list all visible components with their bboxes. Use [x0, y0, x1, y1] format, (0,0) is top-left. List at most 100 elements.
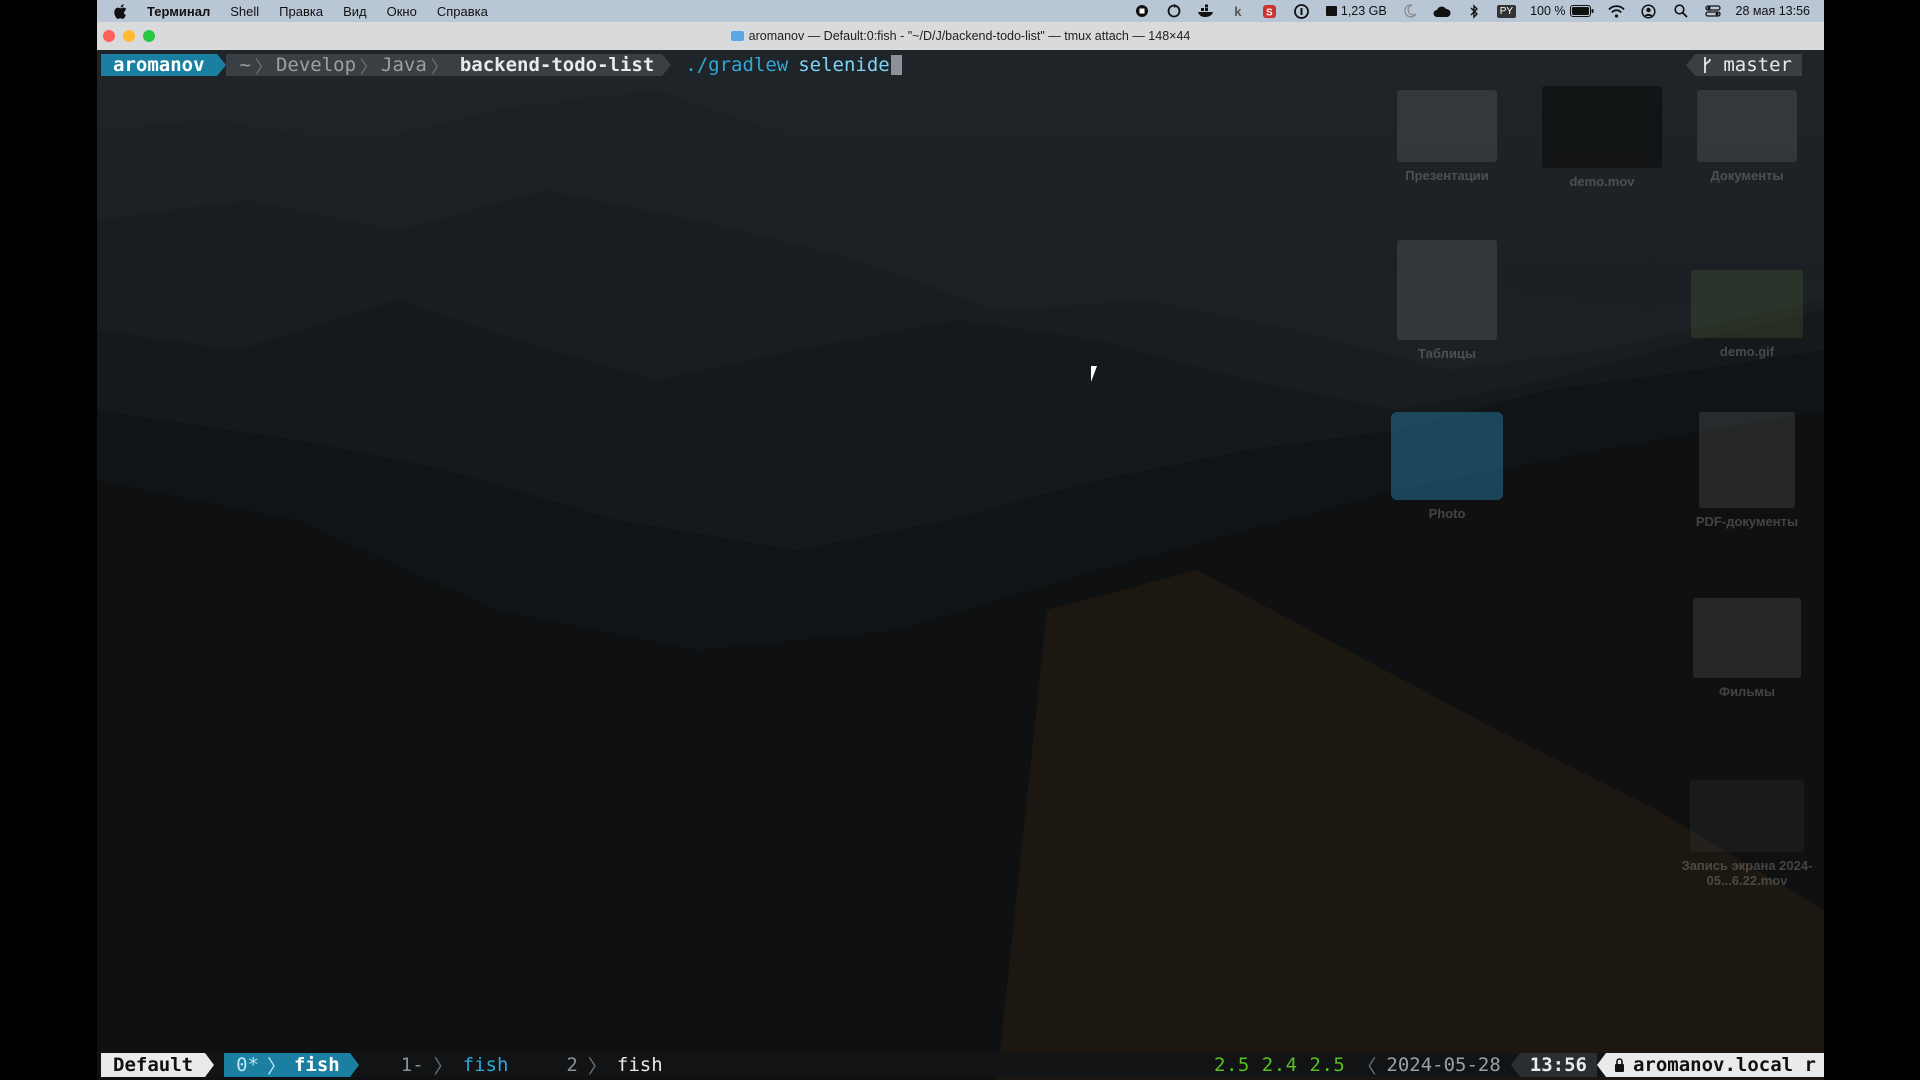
status-separator: [349, 1053, 359, 1077]
record-stop-icon[interactable]: [1133, 3, 1151, 19]
chip-icon: [1325, 6, 1337, 16]
status-separator: [205, 1053, 215, 1077]
memory-usage[interactable]: 1,23 GB: [1325, 4, 1387, 18]
chevron-left-icon: 〈: [1357, 1055, 1377, 1078]
chevron-right-icon: 〉: [587, 1055, 607, 1078]
chevron-right-icon: 〉: [254, 57, 272, 78]
moon-icon[interactable]: [1401, 3, 1419, 19]
status-host: aromanov.local r: [1605, 1053, 1824, 1077]
prompt-user: aromanov: [101, 54, 217, 76]
sync-icon[interactable]: [1165, 3, 1183, 19]
desktop-icon-label: demo.gif: [1719, 344, 1775, 359]
desktop-icon-label: Презентации: [1405, 168, 1489, 183]
command-argument: selenide: [798, 54, 890, 76]
desktop-icon-screen-recording[interactable]: Запись экрана 2024-05...6.22.mov: [1672, 780, 1822, 888]
desktop-icon-demo-mov[interactable]: demo.mov: [1537, 86, 1667, 189]
stack-thumbnail: [1693, 598, 1801, 678]
text-cursor: [890, 55, 902, 75]
folder-icon: [730, 31, 744, 41]
memory-value: 1,23 GB: [1340, 4, 1387, 18]
path-develop: Develop: [275, 54, 357, 76]
tmux-status-bar: Default 0* 〉 fish 1- 〉 fish 2 〉 fish 2.5…: [101, 1052, 1824, 1079]
docker-icon[interactable]: [1197, 3, 1215, 19]
prompt-path: ~ 〉 Develop 〉 Java 〉: [225, 54, 460, 78]
window-title: aromanov — Default:0:fish - "~/D/J/backe…: [748, 29, 1191, 43]
video-thumbnail: [1690, 780, 1804, 852]
status-time: 13:56: [1519, 1053, 1597, 1077]
desktop-icon-documents[interactable]: Документы: [1687, 90, 1807, 183]
wallpaper-mountains: [97, 90, 1824, 1080]
git-status: master: [1686, 54, 1802, 76]
menu-window[interactable]: Окно: [387, 4, 417, 19]
desktop-icon-label: PDF-документы: [1695, 514, 1799, 529]
window-controls: [103, 30, 155, 42]
desktop-icon-movies[interactable]: Фильмы: [1687, 598, 1807, 699]
terminal-content[interactable]: aromanov ~ 〉 Develop 〉 Java 〉 backend-to…: [97, 50, 1824, 1080]
tmux-window-2[interactable]: 2 〉 fish: [554, 1052, 674, 1079]
menu-view[interactable]: Вид: [343, 4, 367, 19]
tmux-window-current[interactable]: 0* 〉 fish: [224, 1053, 350, 1078]
lock-icon: [1614, 1058, 1624, 1072]
k-app-icon[interactable]: k: [1229, 3, 1247, 19]
command-text: ./gradlew: [685, 54, 789, 76]
apple-menu-icon[interactable]: [113, 3, 127, 19]
window-index: 0*: [236, 1054, 259, 1076]
status-separator: [1596, 1053, 1606, 1077]
tmux-window-1[interactable]: 1- 〉 fish: [389, 1052, 521, 1079]
tmux-status-right: 2.5 2.4 2.5 〈 2024-05-28 13:56 aromanov.…: [1214, 1053, 1824, 1078]
user-account-icon[interactable]: [1640, 3, 1658, 19]
desktop-icon-presentations[interactable]: Презентации: [1387, 90, 1507, 183]
video-thumbnail: [1542, 86, 1662, 168]
desktop-icon-label: Запись экрана 2024-05...6.22.mov: [1681, 858, 1813, 888]
desktop-icon-label: Photo: [1428, 506, 1466, 521]
desktop-icon-demo-gif[interactable]: demo.gif: [1682, 270, 1812, 359]
desktop-icon-label: demo.mov: [1569, 174, 1635, 189]
one-password-icon[interactable]: [1293, 3, 1311, 19]
window-name: fish: [293, 1054, 340, 1076]
minimize-button[interactable]: [123, 30, 135, 42]
control-center-icon[interactable]: [1704, 3, 1722, 19]
input-source-indicator[interactable]: PY: [1496, 4, 1517, 18]
prompt-separator: [216, 54, 226, 76]
menu-edit[interactable]: Правка: [279, 4, 323, 19]
git-branch-segment: master: [1695, 54, 1802, 76]
chevron-right-icon: 〉: [430, 57, 448, 78]
mouse-pointer-icon: [1091, 366, 1103, 382]
image-thumbnail: [1691, 270, 1803, 338]
battery-status[interactable]: 100 %: [1530, 4, 1594, 18]
battery-icon: [1569, 5, 1594, 17]
shell-prompt: aromanov ~ 〉 Develop 〉 Java 〉 backend-to…: [101, 54, 902, 78]
path-home: ~: [239, 54, 251, 76]
desktop-icon-spreadsheets[interactable]: Таблицы: [1387, 240, 1507, 361]
close-button[interactable]: [103, 30, 115, 42]
status-date: 2024-05-28: [1386, 1054, 1501, 1076]
spotlight-search-icon[interactable]: [1672, 3, 1690, 19]
hostname: aromanov.local r: [1632, 1054, 1816, 1076]
window-index: 2: [566, 1054, 578, 1076]
menubar-clock[interactable]: 28 мая 13:56: [1736, 4, 1810, 18]
chevron-right-icon: 〉: [266, 1055, 286, 1078]
prompt-separator: [662, 54, 672, 76]
tmux-session-name[interactable]: Default: [101, 1053, 206, 1077]
zoom-button[interactable]: [143, 30, 155, 42]
stack-thumbnail: [1397, 240, 1497, 340]
cloud-icon[interactable]: [1433, 3, 1451, 19]
folder-icon: [1391, 412, 1503, 500]
git-branch: master: [1723, 54, 1792, 76]
desktop-icon-photo[interactable]: Photo: [1387, 412, 1507, 521]
app-name-menu[interactable]: Терминал: [147, 4, 210, 19]
desktop-icon-pdf-documents[interactable]: PDF-документы: [1677, 412, 1817, 529]
path-java: Java: [381, 54, 427, 76]
window-name: fish: [462, 1054, 509, 1076]
svg-text:S: S: [1266, 7, 1273, 18]
stack-thumbnail: [1697, 90, 1797, 162]
bluetooth-icon[interactable]: [1465, 3, 1483, 19]
document-thumbnail: [1397, 90, 1497, 162]
menu-shell[interactable]: Shell: [230, 4, 259, 19]
wifi-icon[interactable]: [1608, 3, 1626, 19]
s-app-icon[interactable]: S: [1261, 3, 1279, 19]
menu-help[interactable]: Справка: [437, 4, 488, 19]
prompt-current-dir: backend-todo-list: [459, 54, 663, 76]
chevron-right-icon: 〉: [433, 1055, 453, 1078]
window-titlebar[interactable]: aromanov — Default:0:fish - "~/D/J/backe…: [97, 22, 1824, 50]
